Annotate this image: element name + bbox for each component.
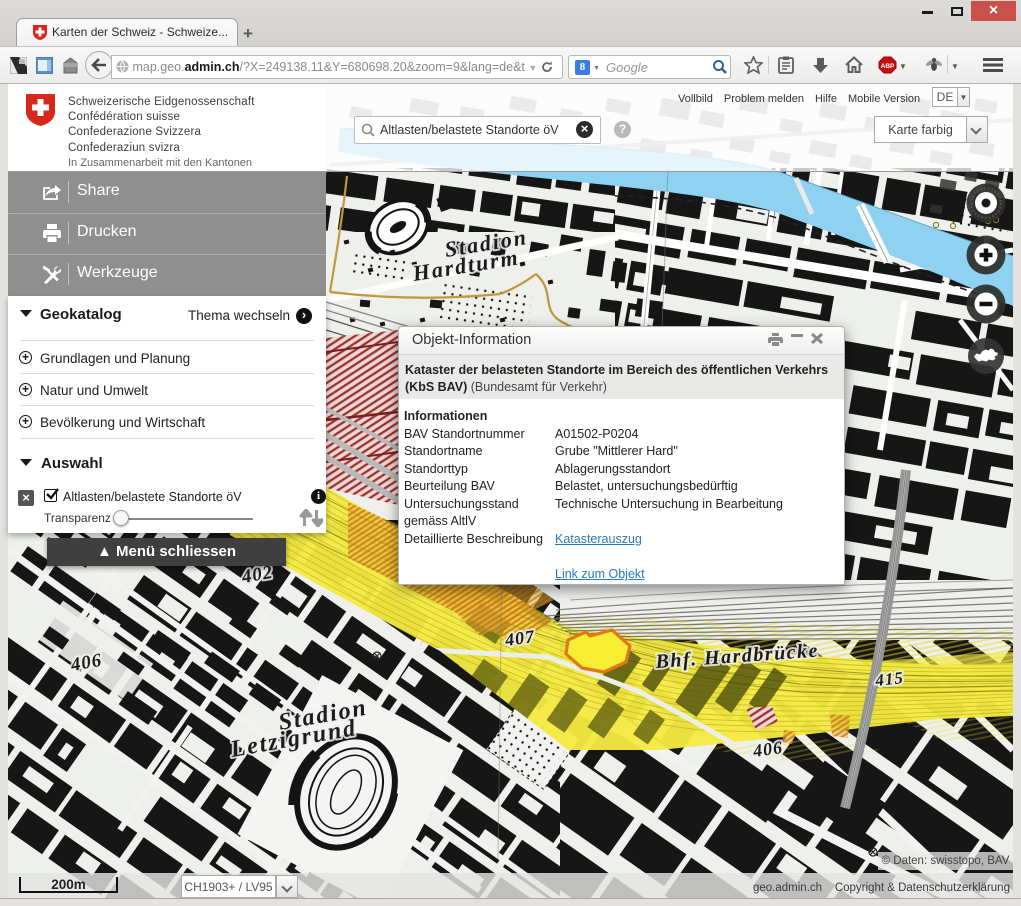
svg-text:406: 406 bbox=[751, 737, 784, 761]
svg-text:ABP: ABP bbox=[881, 63, 895, 70]
svg-text:415: 415 bbox=[873, 668, 904, 690]
svg-text:407: 407 bbox=[503, 626, 536, 650]
